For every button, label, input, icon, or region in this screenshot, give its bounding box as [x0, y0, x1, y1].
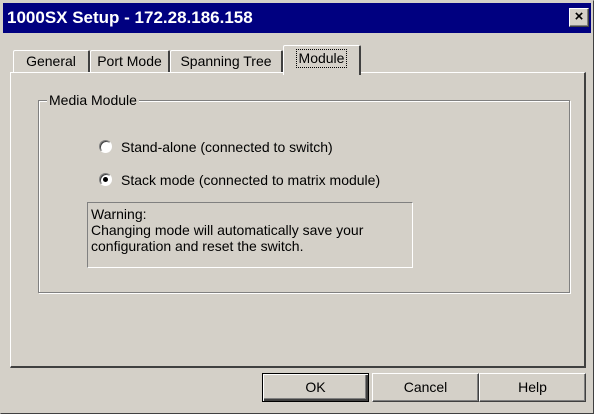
warning-box: Warning: Changing mode will automaticall…: [87, 202, 413, 268]
tab-general[interactable]: General: [13, 50, 90, 73]
cancel-button-label: Cancel: [403, 379, 448, 395]
media-module-group-label: Media Module: [47, 91, 139, 109]
title-bar[interactable]: 1000SX Setup - 172.28.186.158 ×: [3, 3, 591, 33]
tab-port-mode[interactable]: Port Mode: [90, 50, 170, 73]
ok-button-label: OK: [305, 379, 326, 395]
tab-port-mode-label: Port Mode: [97, 53, 162, 69]
window-title: 1000SX Setup - 172.28.186.158: [7, 8, 253, 27]
tab-spanning-tree-label: Spanning Tree: [180, 53, 272, 69]
warning-line: Changing mode will automatically save yo…: [91, 222, 364, 238]
standalone-radio[interactable]: [99, 140, 112, 153]
setup-dialog: 1000SX Setup - 172.28.186.158 × General …: [0, 0, 594, 414]
close-button[interactable]: ×: [569, 8, 589, 27]
warning-line: configuration and reset the switch.: [91, 238, 304, 254]
tab-spanning-tree[interactable]: Spanning Tree: [170, 50, 283, 73]
tab-general-label: General: [26, 53, 76, 69]
cancel-button[interactable]: Cancel: [372, 373, 479, 402]
help-button[interactable]: Help: [479, 373, 586, 402]
stack-mode-radio[interactable]: [99, 173, 112, 186]
close-icon: ×: [574, 8, 584, 25]
media-module-group: Media Module Stand-alone (connected to s…: [38, 91, 570, 293]
tab-module-label: Module: [295, 49, 348, 68]
warning-heading: Warning:: [91, 206, 147, 222]
help-button-label: Help: [518, 379, 547, 395]
stack-mode-label[interactable]: Stack mode (connected to matrix module): [121, 171, 380, 189]
ok-button[interactable]: OK: [262, 373, 369, 402]
radio-selected-dot: [103, 177, 108, 182]
module-tab-panel: Media Module Stand-alone (connected to s…: [10, 72, 586, 368]
tab-module[interactable]: Module: [283, 45, 361, 75]
standalone-label[interactable]: Stand-alone (connected to switch): [121, 138, 333, 156]
